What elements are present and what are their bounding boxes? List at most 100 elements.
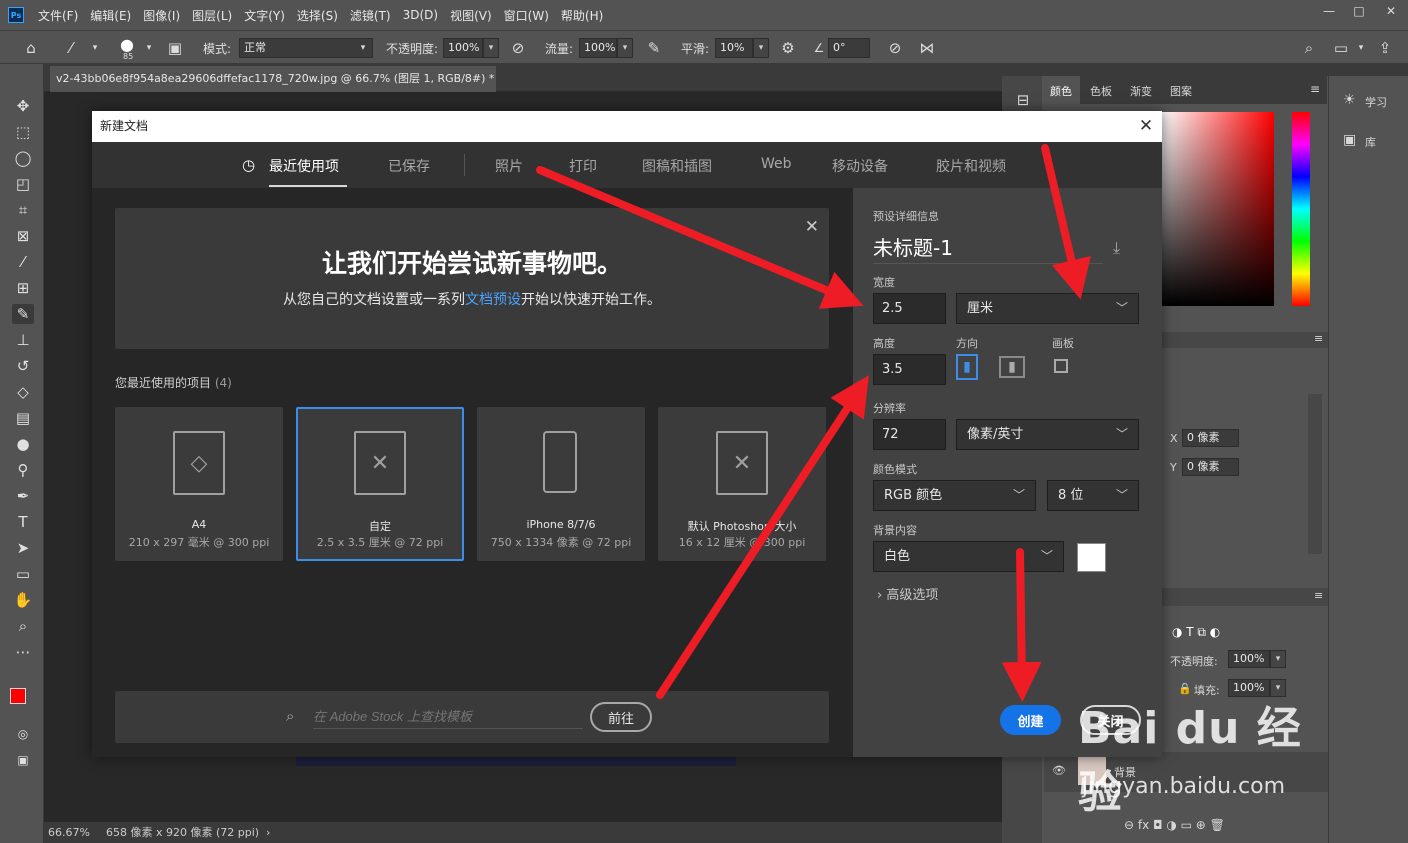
tab-art-illustration[interactable]: 图稿和插图 [642,156,712,176]
stamp-tool-icon[interactable]: ⊥ [12,330,34,350]
frame-tool-icon[interactable]: ⊠ [12,226,34,246]
airbrush-icon[interactable]: ✎ [645,39,663,57]
search-icon[interactable]: ⌕ [1300,39,1318,57]
screen-mode-icon[interactable]: ▣ [12,750,34,770]
layer-opacity-field[interactable]: 100% [1228,650,1270,668]
dialog-close-icon[interactable]: ✕ [1136,116,1156,136]
hand-tool-icon[interactable]: ✋ [12,590,34,610]
menu-help[interactable]: 帮助(H) [561,7,603,24]
history-panel-icon[interactable]: ⊟ [1012,90,1034,110]
zoom-tool-icon[interactable]: ⌕ [12,616,34,636]
menu-3d[interactable]: 3D(D) [403,8,438,22]
tab-saved[interactable]: 已保存 [388,156,430,176]
welcome-close-icon[interactable]: ✕ [805,217,819,237]
color-field[interactable] [1162,112,1274,306]
crop-tool-icon[interactable]: ⌗ [12,200,34,220]
color-mode-select[interactable]: RGB 颜色 ﹀ [873,480,1036,511]
menu-type[interactable]: 文字(Y) [244,7,285,24]
create-button[interactable]: 创建 [1000,705,1061,735]
blur-tool-icon[interactable]: ● [12,434,34,454]
recent-item-custom[interactable]: ✕ 自定 2.5 x 3.5 厘米 @ 72 ppi [296,407,464,561]
layer-opacity-dropdown[interactable]: ▾ [1270,650,1286,668]
symmetry-icon[interactable]: ⋈ [918,39,936,57]
width-unit-select[interactable]: 厘米 ﹀ [956,293,1139,324]
tab-recent[interactable]: 最近使用项 [269,156,339,176]
marquee-tool-icon[interactable]: ⬚ [12,122,34,142]
advanced-options-toggle[interactable]: › 高级选项 [877,584,938,603]
share-icon[interactable]: ⇪ [1376,39,1394,57]
y-field[interactable]: 0 像素 [1182,458,1239,476]
menu-select[interactable]: 选择(S) [297,7,338,24]
status-arrow-icon[interactable]: › [266,822,270,843]
tab-web[interactable]: Web [761,156,792,172]
background-contents-select[interactable]: 白色 ﹀ [873,541,1064,572]
chevron-down-icon[interactable]: ▾ [140,39,158,57]
learn-tab[interactable]: 学习 [1365,94,1387,110]
eyedropper-tool-icon[interactable]: ⁄ [12,252,34,272]
tab-photo[interactable]: 照片 [495,156,523,176]
menu-filter[interactable]: 滤镜(T) [350,7,391,24]
flow-dropdown[interactable]: ▾ [617,38,633,58]
tab-swatches[interactable]: 色板 [1090,83,1112,99]
document-presets-link[interactable]: 文档预设 [465,292,521,308]
tab-film-video[interactable]: 胶片和视频 [936,156,1006,176]
gradient-tool-icon[interactable]: ▤ [12,408,34,428]
history-brush-tool-icon[interactable]: ↺ [12,356,34,376]
pressure-size-icon[interactable]: ⊘ [886,39,904,57]
window-close-button[interactable]: ✕ [1374,0,1408,22]
bit-depth-select[interactable]: 8 位 ﹀ [1047,480,1139,511]
background-color-swatch[interactable] [1077,543,1106,572]
lasso-tool-icon[interactable]: ◯ [12,148,34,168]
gear-icon[interactable]: ⚙ [779,39,797,57]
object-select-tool-icon[interactable]: ◰ [12,174,34,194]
chevron-down-icon[interactable]: ▾ [1352,39,1370,57]
workspace-icon[interactable]: ▭ [1332,39,1350,57]
tab-mobile[interactable]: 移动设备 [832,156,888,176]
path-select-tool-icon[interactable]: ➤ [12,538,34,558]
eraser-tool-icon[interactable]: ◇ [12,382,34,402]
resolution-field[interactable]: 72 [873,419,946,450]
tab-print[interactable]: 打印 [569,156,597,176]
chevron-down-icon[interactable]: ▾ [86,39,104,57]
brush-size-icon[interactable]: ● [118,35,136,54]
document-name-field[interactable]: 未标题-1 [873,232,1103,264]
maximize-button[interactable]: □ [1344,0,1374,22]
move-tool-icon[interactable]: ✥ [12,96,34,116]
healing-brush-tool-icon[interactable]: ⊞ [12,278,34,298]
foreground-color-swatch[interactable] [10,688,26,704]
height-field[interactable]: 3.5 [873,354,946,385]
opacity-field[interactable]: 100% [443,38,483,58]
tab-gradients[interactable]: 渐变 [1130,83,1152,99]
angle-field[interactable]: 0° [828,38,870,58]
brush-settings-icon[interactable]: ▣ [166,39,184,57]
resolution-unit-select[interactable]: 像素/英寸 ﹀ [956,419,1139,450]
menu-edit[interactable]: 编辑(E) [90,7,131,24]
recent-item-iphone[interactable]: iPhone 8/7/6 750 x 1334 像素 @ 72 ppi [477,407,645,561]
pressure-opacity-icon[interactable]: ⊘ [509,39,527,57]
hue-slider[interactable] [1292,112,1310,306]
layer-bottom-actions[interactable]: ⊖ fx ◘ ◑ ▭ ⊕ 🗑 [1124,818,1225,832]
portrait-orientation-icon[interactable]: ▮ [956,354,978,380]
home-icon[interactable]: ⌂ [22,39,40,57]
brush-tool-icon[interactable]: ✎ [12,304,34,324]
dodge-tool-icon[interactable]: ⚲ [12,460,34,480]
type-tool-icon[interactable]: T [12,512,34,532]
mode-select[interactable]: 正常 [239,38,373,58]
more-tools-icon[interactable]: ⋯ [12,642,34,662]
panel-menu-icon[interactable]: ≡ [1310,82,1320,96]
menu-image[interactable]: 图像(I) [143,7,180,24]
landscape-orientation-icon[interactable]: ▮ [999,356,1025,378]
panel-menu-icon[interactable]: ≡ [1314,589,1323,602]
recent-item-default-photoshop[interactable]: ✕ 默认 Photoshop 大小 16 x 12 厘米 @ 300 ppi [658,407,826,561]
smoothing-field[interactable]: 10% [715,38,753,58]
layer-filter-icons[interactable]: ◑ T ⧉ ◐ [1172,625,1220,640]
stock-go-button[interactable]: 前往 [590,702,652,732]
library-tab[interactable]: 库 [1365,134,1376,150]
save-preset-icon[interactable]: ⤓ [1113,238,1120,258]
recent-item-a4[interactable]: ◇ A4 210 x 297 毫米 @ 300 ppi [115,407,283,561]
menu-window[interactable]: 窗口(W) [504,7,549,24]
eye-icon[interactable]: 👁 [1052,764,1066,777]
flow-field[interactable]: 100% [579,38,617,58]
quick-mask-icon[interactable]: ◎ [12,724,34,744]
tab-color[interactable]: 颜色 [1050,83,1072,99]
